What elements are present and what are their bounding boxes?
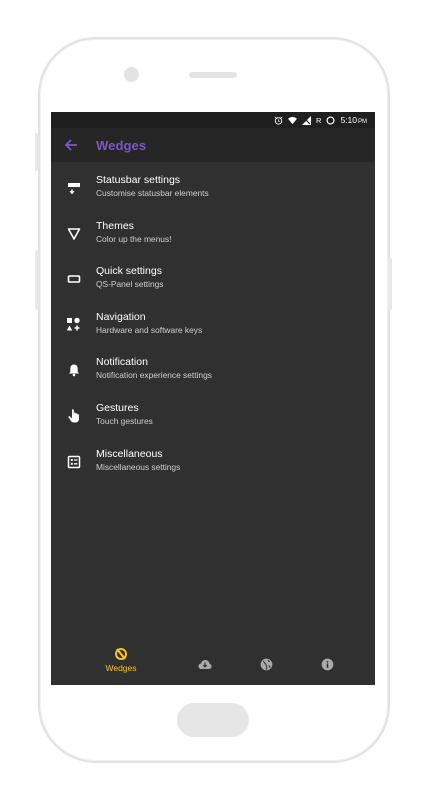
triangle-icon <box>51 218 96 250</box>
page-title: Wedges <box>96 137 147 153</box>
globe-icon <box>260 658 272 671</box>
alarm-icon <box>274 116 283 125</box>
phone-side-button-left-2 <box>35 250 39 310</box>
nav-tab-cloud-download[interactable] <box>197 658 213 670</box>
menu-item-subtitle: Miscellaneous settings <box>96 461 181 472</box>
battery-icon <box>326 115 335 125</box>
menu-item-subtitle: Color up the menus! <box>96 233 172 244</box>
wifi-icon <box>288 116 298 125</box>
menu-item-quick-settings[interactable]: Quick settings QS-Panel settings <box>51 259 375 305</box>
menu-item-subtitle: QS-Panel settings <box>96 279 164 290</box>
nav-tab-info[interactable] <box>319 658 335 671</box>
earpiece-speaker <box>189 72 237 78</box>
menu-item-label: Statusbar settings <box>96 174 181 186</box>
list-box-icon <box>51 446 96 478</box>
shapes-icon <box>51 309 96 341</box>
status-bar: R 5:10PM <box>51 112 375 128</box>
arrow-back-icon <box>64 139 77 151</box>
menu-item-subtitle: Hardware and software keys <box>96 324 203 335</box>
menu-item-label: Miscellaneous <box>96 447 163 460</box>
menu-item-notification[interactable]: Notification Notification experience set… <box>51 350 375 396</box>
roaming-indicator: R <box>316 115 322 125</box>
menu-item-statusbar-settings[interactable]: Statusbar settings Customise statusbar e… <box>51 168 375 214</box>
menu-item-label: Notification <box>96 356 148 369</box>
wedges-icon <box>115 648 127 660</box>
clock: 5:10PM <box>340 115 367 125</box>
back-button[interactable] <box>51 138 91 152</box>
menu-item-gestures[interactable]: Gestures Touch gestures <box>51 396 375 442</box>
bell-icon <box>51 354 96 386</box>
settings-menu: Statusbar settings Customise statusbar e… <box>51 162 375 487</box>
menu-item-label: Themes <box>96 219 134 232</box>
phone-side-button-left-1 <box>35 133 39 171</box>
statusbar-icon <box>51 172 96 204</box>
menu-item-themes[interactable]: Themes Color up the menus! <box>51 214 375 260</box>
touch-icon <box>51 400 96 432</box>
menu-item-subtitle: Touch gestures <box>96 415 153 426</box>
clock-ampm: PM <box>358 119 367 125</box>
menu-item-subtitle: Notification experience settings <box>96 370 212 381</box>
panel-icon <box>51 263 96 295</box>
signal-icon <box>302 115 312 125</box>
menu-item-subtitle: Customise statusbar elements <box>96 188 209 198</box>
clock-time: 5:10 <box>340 115 357 125</box>
nav-tab-wedges[interactable]: Wedges <box>101 647 141 673</box>
app-bar: Wedges <box>51 128 375 162</box>
menu-item-label: Gestures <box>96 401 139 414</box>
menu-item-navigation[interactable]: Navigation Hardware and software keys <box>51 305 375 351</box>
home-button[interactable] <box>177 703 249 737</box>
phone-side-button-right <box>388 258 392 310</box>
screen: R 5:10PM Wedges Statusbar settings Custo… <box>51 112 375 685</box>
front-camera <box>124 67 139 82</box>
info-icon <box>321 658 333 671</box>
nav-tab-label: Wedges <box>105 663 137 673</box>
menu-item-miscellaneous[interactable]: Miscellaneous Miscellaneous settings <box>51 442 375 488</box>
bottom-navigation: Wedges <box>51 645 375 685</box>
menu-item-label: Quick settings <box>96 265 162 278</box>
cloud-download-icon <box>198 660 212 669</box>
nav-tab-globe[interactable] <box>258 658 274 671</box>
menu-item-label: Navigation <box>96 310 146 323</box>
